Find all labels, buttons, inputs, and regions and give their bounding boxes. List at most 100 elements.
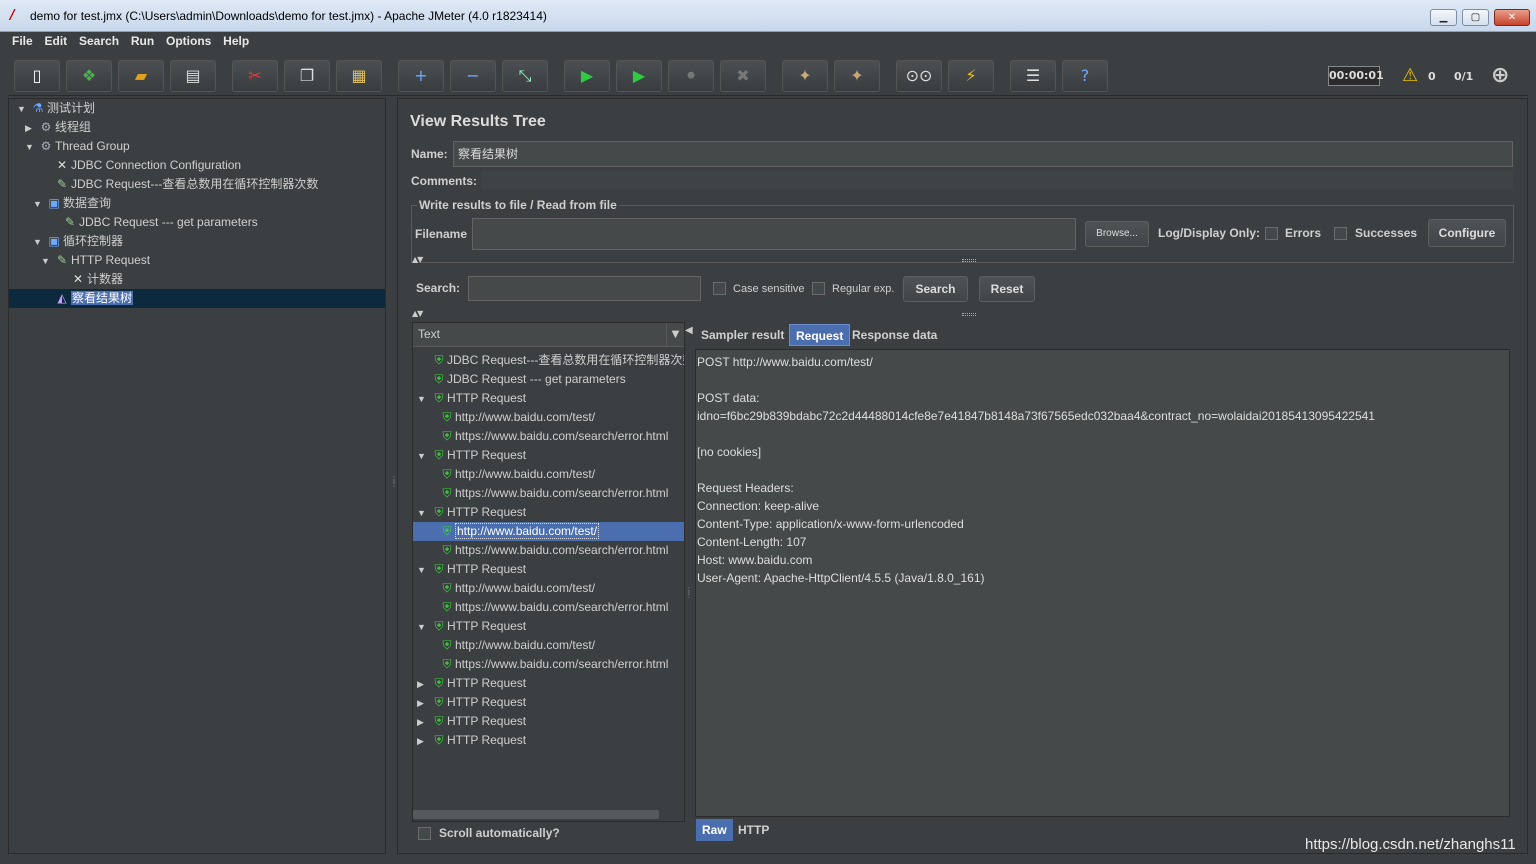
tree-node[interactable]: ✕ JDBC Connection Configuration	[41, 156, 241, 175]
help-icon[interactable]: ?	[1062, 60, 1108, 92]
result-row[interactable]: ▼ ⛨ HTTP Request	[413, 503, 684, 522]
expanded-arrow-icon[interactable]: ▼	[417, 618, 431, 636]
request-detail-textarea[interactable]: POST http://www.baidu.com/test/POST data…	[695, 349, 1510, 817]
result-row[interactable]: ▼ ⛨ HTTP Request	[413, 389, 684, 408]
reset-search-broom-icon[interactable]: ⚡	[948, 60, 994, 92]
regular-exp-checkbox[interactable]	[812, 282, 825, 295]
result-row[interactable]: ▶ ⛨ HTTP Request	[413, 693, 684, 712]
tree-node[interactable]: ▶ ⚙ 线程组	[25, 118, 91, 137]
expanded-arrow-icon[interactable]: ▼	[33, 195, 45, 214]
collapse-arrows-icon[interactable]: ▲▼	[412, 255, 423, 264]
expanded-arrow-icon[interactable]: ▼	[41, 252, 53, 271]
expanded-arrow-icon[interactable]: ▼	[417, 447, 431, 465]
pane-grip[interactable]: ⋮ ⋮	[685, 587, 693, 599]
expanded-arrow-icon[interactable]: ▼	[417, 504, 431, 522]
templates-icon[interactable]: ❖	[66, 60, 112, 92]
copy-icon[interactable]: ❐	[284, 60, 330, 92]
errors-checkbox[interactable]	[1265, 227, 1278, 240]
name-field[interactable]: 察看结果树	[453, 141, 1513, 167]
result-row[interactable]: ▼ ⛨ HTTP Request	[413, 446, 684, 465]
result-row[interactable]: ⛨ https://www.baidu.com/search/error.html	[413, 541, 684, 560]
split-divider[interactable]: ⋮ ⋮	[387, 98, 398, 854]
result-row[interactable]: ▼ ⛨ HTTP Request	[413, 560, 684, 579]
result-row[interactable]: ▶ ⛨ HTTP Request	[413, 674, 684, 693]
search-input[interactable]	[468, 276, 701, 301]
cut-icon[interactable]: ✂	[232, 60, 278, 92]
result-row[interactable]: ⛨ https://www.baidu.com/search/error.html	[413, 484, 684, 503]
result-row[interactable]: ⛨ http://www.baidu.com/test/	[413, 522, 684, 541]
close-button[interactable]: ✕	[1494, 9, 1530, 26]
scroll-automatically-checkbox[interactable]	[418, 827, 431, 840]
result-row[interactable]: ⛨ https://www.baidu.com/search/error.html	[413, 655, 684, 674]
collapsed-arrow-icon[interactable]: ▶	[417, 694, 431, 712]
results-list-header[interactable]: Text ▼	[413, 323, 684, 347]
clear-icon[interactable]: ✦	[782, 60, 828, 92]
maximize-button[interactable]: ▢	[1462, 9, 1489, 26]
expand-all-icon[interactable]: +	[398, 60, 444, 92]
tree-node[interactable]: ▼ ✎ HTTP Request	[41, 251, 150, 270]
tree-node[interactable]: ▼ ⚗ 测试计划	[17, 99, 95, 118]
expanded-arrow-icon[interactable]: ▼	[417, 390, 431, 408]
result-row[interactable]: ▼ ⛨ HTTP Request	[413, 617, 684, 636]
tab-raw[interactable]: Raw	[696, 819, 733, 841]
result-row[interactable]: ⛨ http://www.baidu.com/test/	[413, 465, 684, 484]
save-icon[interactable]: ▤	[170, 60, 216, 92]
tree-node[interactable]: ◭ 察看结果树	[9, 289, 385, 308]
horizontal-scrollbar[interactable]	[413, 810, 659, 819]
result-row[interactable]: ⛨ JDBC Request---查看总数用在循环控制器次数	[413, 351, 684, 370]
toggle-icon[interactable]: ⤡	[502, 60, 548, 92]
successes-checkbox[interactable]	[1334, 227, 1347, 240]
open-icon[interactable]: ▰	[118, 60, 164, 92]
browse-button[interactable]: Browse...	[1085, 221, 1149, 247]
collapsed-arrow-icon[interactable]: ▶	[25, 119, 37, 138]
comments-field[interactable]	[481, 171, 1513, 189]
filename-input[interactable]	[472, 218, 1076, 250]
tree-node[interactable]: ▼ ⚙ Thread Group	[25, 137, 130, 156]
result-row[interactable]: ⛨ https://www.baidu.com/search/error.html	[413, 598, 684, 617]
result-row[interactable]: ▶ ⛨ HTTP Request	[413, 731, 684, 750]
tree-node[interactable]: ✎ JDBC Request --- get parameters	[49, 213, 258, 232]
expanded-arrow-icon[interactable]: ▼	[17, 100, 29, 119]
result-row[interactable]: ⛨ https://www.baidu.com/search/error.html	[413, 427, 684, 446]
menu-edit[interactable]: Edit	[41, 32, 72, 50]
menu-search[interactable]: Search	[75, 32, 123, 50]
tree-node[interactable]: ▼ ▣ 数据查询	[33, 194, 111, 213]
search-binoculars-icon[interactable]: ⊙⊙	[896, 60, 942, 92]
collapse-all-icon[interactable]: −	[450, 60, 496, 92]
paste-icon[interactable]: ▦	[336, 60, 382, 92]
new-icon[interactable]: ▯	[14, 60, 60, 92]
expanded-arrow-icon[interactable]: ▼	[33, 233, 45, 252]
collapse-arrows-icon-2[interactable]: ▲▼	[412, 309, 423, 318]
start-icon[interactable]: ▶	[564, 60, 610, 92]
menu-file[interactable]: File	[8, 32, 37, 50]
collapsed-arrow-icon[interactable]: ▶	[417, 713, 431, 731]
result-row[interactable]: ⛨ http://www.baidu.com/test/	[413, 636, 684, 655]
result-row[interactable]: ▶ ⛨ HTTP Request	[413, 712, 684, 731]
tab-response-data[interactable]: Response data	[846, 324, 943, 346]
tree-node[interactable]: ✎ JDBC Request---查看总数用在循环控制器次数	[41, 175, 318, 194]
tab-request[interactable]: Request	[789, 324, 851, 346]
splitter-grip[interactable]	[962, 259, 976, 262]
search-button[interactable]: Search	[903, 276, 968, 302]
expanded-arrow-icon[interactable]: ▼	[25, 138, 37, 157]
expanded-arrow-icon[interactable]: ▼	[417, 561, 431, 579]
reset-button[interactable]: Reset	[979, 276, 1035, 302]
result-row[interactable]: ⛨ http://www.baidu.com/test/	[413, 579, 684, 598]
stop-icon[interactable]: ⬣	[668, 60, 714, 92]
chevron-down-icon[interactable]: ▼	[666, 323, 684, 346]
splitter-grip-2[interactable]	[962, 313, 976, 316]
clear-all-icon[interactable]: ✦	[834, 60, 880, 92]
collapsed-arrow-icon[interactable]: ▶	[417, 675, 431, 693]
shutdown-icon[interactable]: ✖	[720, 60, 766, 92]
menu-options[interactable]: Options	[162, 32, 215, 50]
warning-icon[interactable]: ⚠	[1402, 65, 1418, 86]
pane-left-arrow-icon[interactable]: ◀	[685, 325, 693, 336]
case-sensitive-checkbox[interactable]	[713, 282, 726, 295]
function-helper-icon[interactable]: ☰	[1010, 60, 1056, 92]
result-row[interactable]: ⛨ http://www.baidu.com/test/	[413, 408, 684, 427]
menu-run[interactable]: Run	[127, 32, 158, 50]
tree-node[interactable]: ▼ ▣ 循环控制器	[33, 232, 123, 251]
tree-node[interactable]: ✕ 计数器	[57, 270, 123, 289]
tab-http[interactable]: HTTP	[732, 819, 775, 841]
start-no-pause-icon[interactable]: ▶	[616, 60, 662, 92]
